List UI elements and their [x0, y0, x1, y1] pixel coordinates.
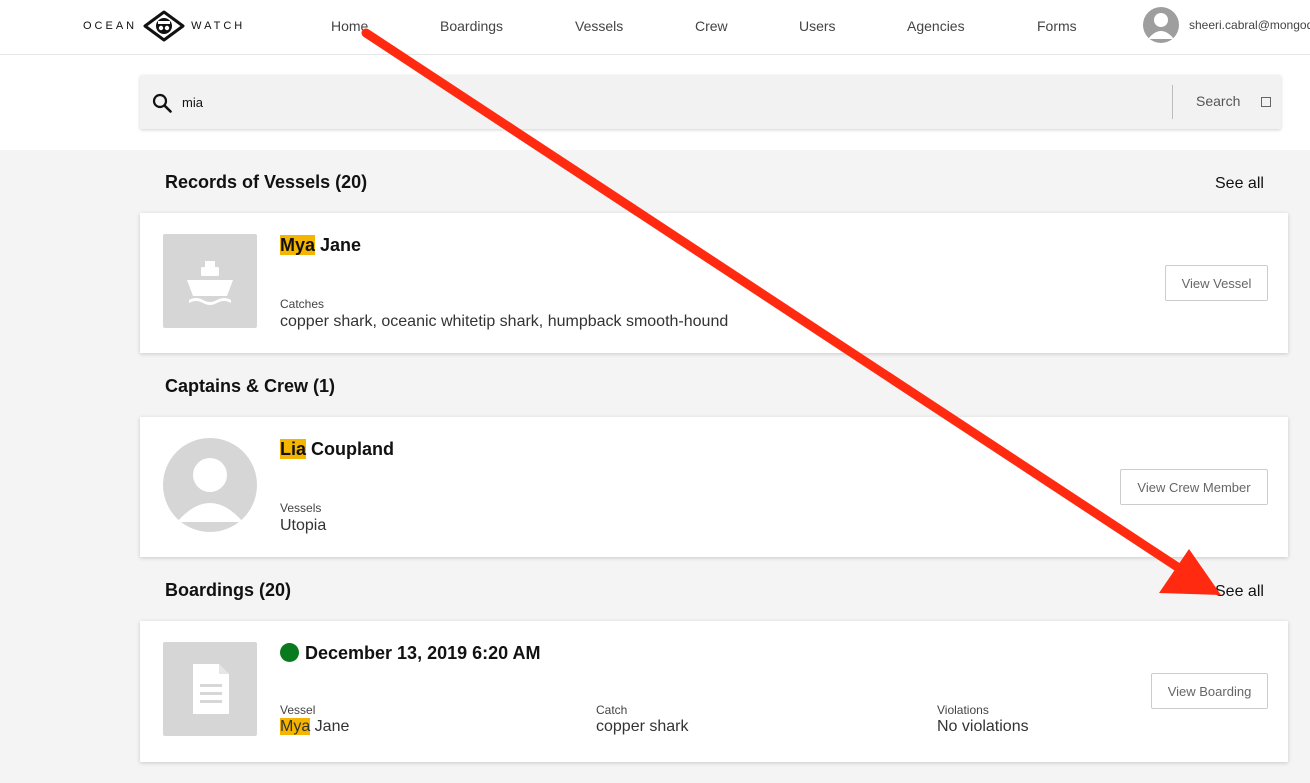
- top-nav-bar: OCEAN WATCH Home Boardings Vessels Crew …: [0, 0, 1310, 55]
- boarding-card: December 13, 2019 6:20 AM Vessel Mya Jan…: [140, 621, 1288, 762]
- search-band: Search: [0, 55, 1310, 150]
- avatar: [1143, 7, 1179, 43]
- crew-name-rest: Coupland: [306, 439, 395, 459]
- document-icon: [193, 664, 229, 714]
- crew-vessels-label: Vessels: [280, 501, 322, 515]
- view-boarding-button[interactable]: View Boarding: [1151, 673, 1268, 709]
- vessel-card: Mya Jane Catches copper shark, oceanic w…: [140, 213, 1288, 353]
- boarding-violations-value: No violations: [937, 718, 1029, 735]
- nav-crew[interactable]: Crew: [695, 0, 728, 54]
- boardings-see-all-link[interactable]: See all: [1215, 583, 1264, 601]
- boarding-date[interactable]: December 13, 2019 6:20 AM: [280, 643, 540, 664]
- crew-name[interactable]: Lia Coupland: [280, 439, 394, 460]
- vessel-name[interactable]: Mya Jane: [280, 235, 361, 256]
- boarding-vessel-label: Vessel: [280, 703, 316, 717]
- catches-label: Catches: [280, 297, 325, 311]
- boarding-vessel-rest: Jane: [310, 718, 350, 735]
- status-indicator-icon: [280, 643, 299, 662]
- eye-logo-icon: [143, 10, 185, 42]
- user-menu[interactable]: sheeri.cabral@mongodb.com: [1143, 7, 1310, 43]
- view-vessel-button[interactable]: View Vessel: [1165, 265, 1268, 301]
- boardings-section-title: Boardings (20): [165, 580, 292, 600]
- boarding-vessel-value: Mya Jane: [280, 718, 349, 736]
- boarding-violations-label: Violations: [937, 703, 989, 717]
- vessels-section-title: Records of Vessels (20): [165, 172, 368, 192]
- person-icon: [1148, 13, 1174, 39]
- logo-text-left: OCEAN: [83, 20, 138, 32]
- vessel-name-highlight: Mya: [280, 235, 316, 255]
- crew-card: Lia Coupland Vessels Utopia View Crew Me…: [140, 417, 1288, 557]
- ocean-watch-logo[interactable]: OCEAN WATCH: [83, 9, 245, 43]
- vessel-thumbnail: [163, 234, 257, 328]
- crew-vessels-value: Utopia: [280, 517, 327, 534]
- search-clear-checkbox[interactable]: [1261, 97, 1271, 107]
- search-divider: [1172, 85, 1173, 119]
- ship-icon: [187, 261, 233, 305]
- catches-value: copper shark, oceanic whitetip shark, hu…: [280, 313, 729, 330]
- search-input[interactable]: [182, 88, 1082, 116]
- boarding-thumbnail: [163, 642, 257, 736]
- nav-agencies[interactable]: Agencies: [907, 0, 965, 54]
- user-email: sheeri.cabral@mongodb.com: [1189, 18, 1310, 32]
- nav-forms[interactable]: Forms: [1037, 0, 1077, 54]
- view-crew-member-button[interactable]: View Crew Member: [1120, 469, 1268, 505]
- search-button[interactable]: Search: [1196, 93, 1240, 109]
- search-icon: [152, 93, 172, 113]
- vessels-see-all-link[interactable]: See all: [1215, 175, 1264, 193]
- vessel-name-rest: Jane: [315, 235, 362, 255]
- boarding-date-text: December 13, 2019 6:20 AM: [305, 643, 541, 663]
- nav-boardings[interactable]: Boardings: [440, 0, 503, 54]
- nav-vessels[interactable]: Vessels: [575, 0, 623, 54]
- person-icon: [177, 458, 243, 522]
- crew-name-highlight: Lia: [280, 439, 307, 459]
- crew-avatar: [163, 438, 257, 532]
- boarding-vessel-highlight: Mya: [280, 718, 311, 735]
- search-bar: Search: [140, 75, 1281, 129]
- crew-section-title: Captains & Crew (1): [165, 376, 336, 396]
- boarding-catch-label: Catch: [596, 703, 628, 717]
- boarding-catch-value: copper shark: [596, 718, 689, 735]
- nav-home[interactable]: Home: [331, 0, 368, 54]
- nav-users[interactable]: Users: [799, 0, 836, 54]
- logo-text-right: WATCH: [191, 20, 246, 32]
